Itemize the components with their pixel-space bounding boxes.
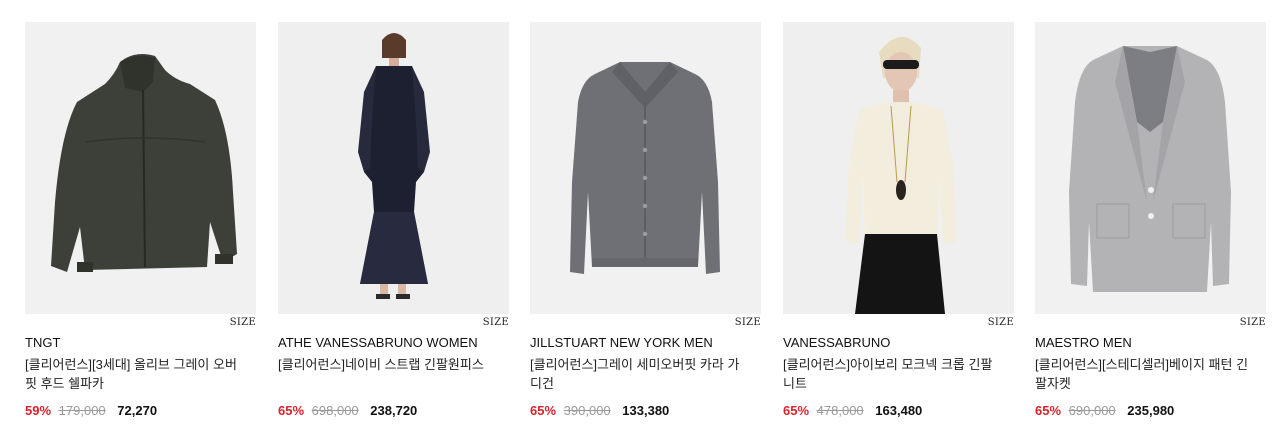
price-row: 65% 390,000 133,380	[530, 403, 761, 418]
price-row: 65% 478,000 163,480	[783, 403, 1014, 418]
product-image[interactable]	[1035, 22, 1266, 314]
gray-collar-cardigan-image	[530, 22, 761, 314]
sale-price: 72,270	[117, 403, 158, 418]
product-name[interactable]: [클리어런스]네이비 스트랩 긴팔원피스	[278, 355, 509, 393]
sale-price: 163,480	[875, 403, 923, 418]
original-price: 179,000	[58, 403, 106, 418]
price-row: 65% 690,000 235,980	[1035, 403, 1266, 418]
size-guide-label[interactable]: SIZE	[1240, 317, 1266, 328]
product-name[interactable]: [클리어런스][3세대] 올리브 그레이 오버핏 후드 쉘파카	[25, 355, 256, 393]
original-price: 390,000	[563, 403, 611, 418]
product-image[interactable]	[278, 22, 509, 314]
original-price: 698,000	[311, 403, 359, 418]
size-guide-label[interactable]: SIZE	[483, 317, 509, 328]
product-name[interactable]: [클리어런스][스테디셀러]베이지 패턴 긴팔자켓	[1035, 355, 1266, 393]
price-row: 59% 179,000 72,270	[25, 403, 256, 418]
size-guide-label[interactable]: SIZE	[735, 317, 761, 328]
product-image[interactable]	[25, 22, 256, 314]
sale-price: 238,720	[370, 403, 418, 418]
product-brand[interactable]: ATHE VANESSABRUNO WOMEN	[278, 335, 509, 350]
product-card[interactable]: SIZE ATHE VANESSABRUNO WOMEN [클리어런스]네이비 …	[278, 22, 509, 418]
product-image[interactable]	[783, 22, 1014, 314]
size-guide-label[interactable]: SIZE	[988, 317, 1014, 328]
product-card[interactable]: SIZE MAESTRO MEN [클리어런스][스테디셀러]베이지 패턴 긴팔…	[1035, 22, 1266, 418]
discount-rate: 59%	[25, 403, 52, 418]
original-price: 690,000	[1068, 403, 1116, 418]
product-brand[interactable]: MAESTRO MEN	[1035, 335, 1266, 350]
product-brand[interactable]: VANESSABRUNO	[783, 335, 1014, 350]
olive-hooded-jacket-image	[25, 22, 256, 314]
product-image[interactable]	[530, 22, 761, 314]
product-card[interactable]: SIZE TNGT [클리어런스][3세대] 올리브 그레이 오버핏 후드 쉘파…	[25, 22, 256, 418]
size-guide-label[interactable]: SIZE	[230, 317, 256, 328]
gray-blazer-image	[1035, 22, 1266, 314]
sale-price: 235,980	[1127, 403, 1175, 418]
product-card[interactable]: SIZE JILLSTUART NEW YORK MEN [클리어런스]그레이 …	[530, 22, 761, 418]
product-grid: SIZE TNGT [클리어런스][3세대] 올리브 그레이 오버핏 후드 쉘파…	[0, 0, 1278, 448]
product-brand[interactable]: TNGT	[25, 335, 256, 350]
product-card[interactable]: SIZE VANESSABRUNO [클리어런스]아이보리 모크넥 크롭 긴팔니…	[783, 22, 1014, 418]
discount-rate: 65%	[783, 403, 810, 418]
discount-rate: 65%	[278, 403, 305, 418]
price-row: 65% 698,000 238,720	[278, 403, 509, 418]
sale-price: 133,380	[622, 403, 670, 418]
product-name[interactable]: [클리어런스]아이보리 모크넥 크롭 긴팔니트	[783, 355, 1014, 393]
navy-long-dress-image	[278, 22, 509, 314]
ivory-mockneck-knit-image	[783, 22, 1014, 314]
original-price: 478,000	[816, 403, 864, 418]
discount-rate: 65%	[1035, 403, 1062, 418]
product-brand[interactable]: JILLSTUART NEW YORK MEN	[530, 335, 761, 350]
product-name[interactable]: [클리어런스]그레이 세미오버핏 카라 가디건	[530, 355, 761, 393]
discount-rate: 65%	[530, 403, 557, 418]
